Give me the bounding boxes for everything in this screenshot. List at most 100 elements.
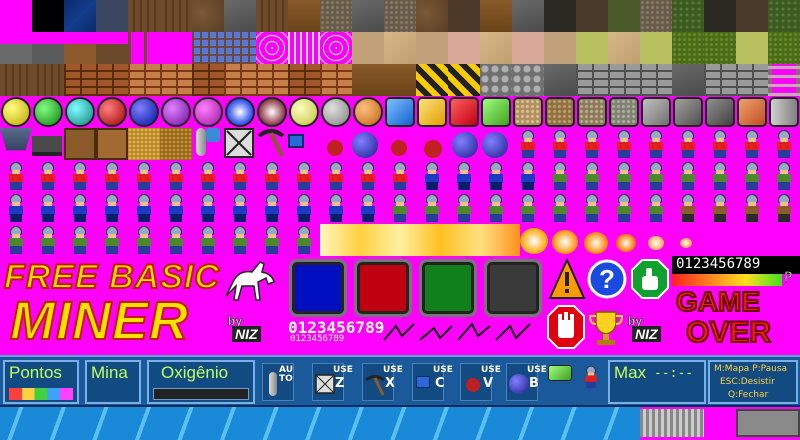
blue-key-button[interactable]	[289, 259, 347, 317]
miner-sprite-blue	[133, 194, 155, 222]
tile-dark	[544, 0, 576, 32]
tile-mud	[736, 0, 768, 32]
tile-plank	[64, 44, 96, 64]
help-icon: ?	[587, 259, 627, 299]
miner-sprite-green	[101, 226, 123, 254]
miner-sprite-blue	[357, 194, 379, 222]
tile-gravel	[640, 0, 672, 32]
gem-red	[97, 97, 127, 127]
miner-sprite-red	[517, 130, 539, 158]
points-label: Pontos	[9, 363, 62, 382]
explosion-frame	[520, 228, 548, 254]
miner-sprite-green	[293, 226, 315, 254]
miner-sprite-red	[677, 130, 699, 158]
hud-drill-slot[interactable]: USE C	[412, 363, 453, 401]
miner-sprite-blue	[293, 194, 315, 222]
miner-sprite-brown	[677, 194, 699, 222]
tile-grass	[704, 32, 736, 64]
help-close: Q:Fechar	[728, 390, 769, 400]
tile-lime	[576, 32, 608, 64]
miner-sprite-blue	[101, 194, 123, 222]
block-blue	[385, 97, 415, 127]
tile-dirt	[192, 0, 224, 32]
red-key-button[interactable]	[354, 259, 412, 317]
tile-ladder	[768, 64, 800, 96]
miner-sprite-blue	[325, 194, 347, 222]
tile-tan	[416, 32, 448, 64]
miner-sprite-blue	[421, 162, 443, 190]
tile-navy	[64, 0, 96, 32]
tile-grass	[768, 32, 800, 64]
miner-sprite-blue	[69, 194, 91, 222]
credit-author-small: NIZ	[632, 326, 661, 342]
tile-brick	[320, 64, 352, 96]
use-tag: USE	[333, 365, 353, 375]
miner-sprite-red	[613, 130, 635, 158]
mine-label: Mina	[91, 363, 128, 382]
block-steel	[673, 97, 703, 127]
warning-icon	[548, 258, 586, 299]
miner-sprite-green	[165, 226, 187, 254]
tile-mud	[576, 0, 608, 32]
tile-brown	[480, 0, 512, 32]
miner-sprite-blue	[261, 194, 283, 222]
miner-sprite-red	[101, 162, 123, 190]
max-panel: Max --:--	[608, 360, 706, 404]
hud-box-slot[interactable]: USE Z	[312, 363, 353, 401]
miner-sprite-red	[293, 162, 315, 190]
miner-sprite-green	[581, 194, 603, 222]
tile-window	[192, 32, 256, 64]
tile-hazard	[416, 64, 448, 96]
thumbs-up-icon	[631, 259, 669, 299]
hud-bomb-slot[interactable]: USE B	[506, 363, 547, 401]
miner-sprite-green	[581, 162, 603, 190]
miner-sprite-red	[325, 162, 347, 190]
sprite-sheet: FREE BASIC MINER by NIZ 0123456789 01234…	[0, 0, 800, 440]
hud-oxygen-slot[interactable]: AU TO	[262, 363, 294, 401]
points-panel: Pontos	[3, 360, 79, 404]
hud-dynamite-slot[interactable]: USE V	[460, 363, 501, 401]
game-over-line-1: GAME	[675, 285, 761, 318]
block-steel	[641, 97, 671, 127]
max-label: Max	[614, 363, 647, 382]
lcd-digits: 0123456789	[676, 256, 761, 272]
tile-lime	[736, 32, 768, 64]
block-green	[481, 97, 511, 127]
miner-sprite-green	[613, 162, 635, 190]
miner-sprite-red	[229, 162, 251, 190]
digits-small: 0123456789	[290, 334, 345, 344]
lcd-suffix: P	[784, 270, 793, 287]
tile-rose	[512, 32, 544, 64]
block-pipe	[769, 97, 799, 127]
tile-lime	[640, 32, 672, 64]
tile-grass	[672, 32, 704, 64]
grey-key-button[interactable]	[484, 259, 542, 317]
block-steel	[705, 97, 735, 127]
title-line-2: MINER	[9, 290, 189, 352]
crate-icon	[96, 128, 128, 160]
miner-sprite-green	[517, 194, 539, 222]
gem-silver	[321, 97, 351, 127]
block-sandstone	[513, 97, 543, 127]
use-tag: USE	[433, 365, 453, 375]
tile-tan	[352, 32, 384, 64]
explosion-frame	[616, 234, 636, 252]
tile-brick	[224, 64, 256, 96]
crate-icon	[64, 128, 96, 160]
gem-cyan	[65, 97, 95, 127]
dynamite-icon	[424, 140, 442, 158]
miner-sprite-brown	[741, 194, 763, 222]
tile-log	[32, 64, 64, 96]
box-icon	[315, 374, 335, 394]
hud-pick-slot[interactable]: USE X	[362, 363, 403, 401]
help-panel: M:Mapa P:Pausa ESC:Desistir Q:Fechar	[708, 360, 798, 404]
tile-brick	[256, 64, 288, 96]
miner-sprite-green	[133, 226, 155, 254]
tile-moss	[672, 0, 704, 32]
green-key-button[interactable]	[419, 259, 477, 317]
tile-slate	[96, 0, 128, 32]
tile-greybrick	[576, 64, 608, 96]
tile-brick	[96, 64, 128, 96]
tile-black	[32, 0, 64, 32]
miner-sprite-blue	[517, 162, 539, 190]
